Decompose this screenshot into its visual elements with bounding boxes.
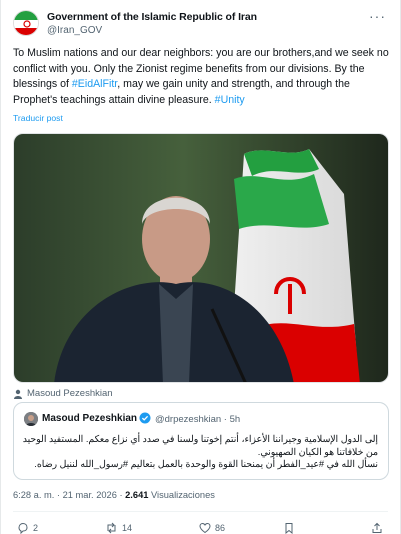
quote-text-line: نسأل الله في #عيد_الفطر أن يمنحنا القوة … <box>34 459 378 469</box>
quote-author-name[interactable]: Masoud Pezeshkian <box>42 413 137 424</box>
reply-icon <box>18 522 28 534</box>
share-icon <box>372 522 382 533</box>
action-bar: 2 14 86 <box>13 519 391 534</box>
like-count: 86 <box>215 523 226 533</box>
timestamp-text: 6:28 a. m. · 21 mar. 2026 · <box>13 490 126 500</box>
verified-icon <box>139 412 151 424</box>
more-icon[interactable]: ··· <box>369 8 386 24</box>
person-icon <box>14 389 22 399</box>
repost-count: 14 <box>122 523 133 533</box>
bookmark-button[interactable] <box>283 522 295 534</box>
reply-count: 2 <box>33 523 39 533</box>
post-photo[interactable] <box>13 133 389 383</box>
like-icon <box>199 522 211 534</box>
photo-credit[interactable]: Masoud Pezeshkian <box>13 388 113 399</box>
author-avatar[interactable] <box>13 10 39 36</box>
quote-avatar[interactable] <box>24 412 38 426</box>
bookmark-icon <box>285 523 293 534</box>
post-timestamp[interactable]: 6:28 a. m. · 21 mar. 2026 · 2.641 Visual… <box>13 490 215 500</box>
views-count: 2.641 <box>125 490 149 500</box>
views-label: Visualizaciones <box>148 490 215 500</box>
quote-text: إلى الدول الإسلامية وجيراننا الأعزاء، أن… <box>22 433 378 471</box>
hashtag-unity[interactable]: #Unity <box>215 94 245 106</box>
like-button[interactable]: 86 <box>199 522 225 534</box>
repost-icon <box>107 522 116 534</box>
photo-credit-name: Masoud Pezeshkian <box>27 388 113 399</box>
author-name[interactable]: Government of the Islamic Republic of Ir… <box>47 11 257 23</box>
repost-button[interactable]: 14 <box>105 522 132 534</box>
reply-button[interactable]: 2 <box>17 522 38 534</box>
hashtag-eidalfitr[interactable]: #EidAlFitr <box>72 78 117 90</box>
share-button[interactable] <box>371 522 383 534</box>
translate-link[interactable]: Traducir post <box>13 113 63 123</box>
divider <box>13 511 388 512</box>
quote-meta: @drpezeshkian · 5h <box>155 414 241 425</box>
quote-text-line: إلى الدول الإسلامية وجيراننا الأعزاء، أن… <box>22 434 378 457</box>
tweet-text: To Muslim nations and our dear neighbors… <box>13 46 391 108</box>
quoted-post[interactable]: Masoud Pezeshkian @drpezeshkian · 5h إلى… <box>13 402 389 480</box>
author-handle[interactable]: @Iran_GOV <box>47 25 102 36</box>
post: Government of the Islamic Republic of Ir… <box>0 0 401 534</box>
